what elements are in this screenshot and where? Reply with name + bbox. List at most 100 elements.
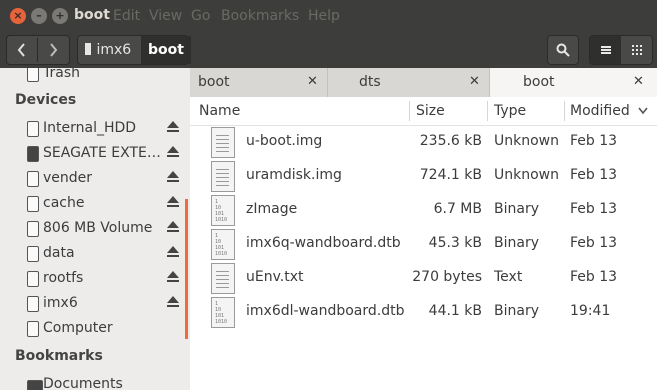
toolbar: imx6 boot (0, 32, 657, 68)
sidebar-item-label: rootfs (43, 270, 84, 286)
sort-descending-icon (638, 107, 648, 115)
menu-help[interactable]: Help (308, 8, 340, 24)
file-size: 724.1 kB (419, 167, 482, 183)
file-modified: Feb 13 (570, 201, 618, 217)
file-type: Unknown (494, 133, 559, 149)
file-size: 45.3 kB (428, 235, 482, 251)
bookmarks-heading: Bookmarks (15, 348, 103, 364)
search-icon (556, 43, 570, 57)
column-header-name[interactable]: Name (199, 97, 240, 125)
eject-icon[interactable] (167, 171, 179, 183)
table-row[interactable]: 1 10 101 1010 zImage 6.7 MB Binary Feb 13 (190, 193, 657, 227)
devices-heading: Devices (15, 92, 77, 108)
breadcrumb-boot[interactable]: boot (141, 36, 191, 64)
menu-go[interactable]: Go (191, 8, 210, 24)
tab-label: boot (523, 74, 555, 90)
file-name: uEnv.txt (246, 269, 304, 285)
chevron-right-icon (50, 43, 58, 57)
sidebar-item-label: Trash (43, 68, 80, 81)
title-bar: × – + boot Edit View Go Bookmarks Help (0, 0, 657, 32)
tab-dts[interactable]: dts ✕ (327, 68, 490, 97)
text-file-icon (211, 127, 235, 158)
list-icon (600, 46, 611, 54)
file-name: imx6q-wandboard.dtb (246, 235, 401, 251)
sidebar-item-806mb-volume[interactable]: 806 MB Volume (0, 216, 186, 241)
breadcrumb: imx6 boot (77, 35, 191, 65)
sidebar-item-documents[interactable]: Documents (0, 372, 186, 390)
close-icon[interactable]: ✕ (469, 74, 480, 89)
close-window-button[interactable]: × (10, 8, 26, 24)
binary-file-icon: 1 10 101 1010 (211, 297, 235, 328)
sidebar-item-label: imx6 (43, 295, 78, 311)
menu-bookmarks[interactable]: Bookmarks (221, 8, 299, 24)
sidebar-item-vender[interactable]: vender (0, 166, 186, 191)
menu-edit[interactable]: Edit (113, 8, 140, 24)
sidebar-item-label: Computer (43, 320, 113, 336)
grid-view-button[interactable] (621, 36, 652, 64)
tab-label: boot (198, 74, 230, 90)
sidebar-item-label: Internal_HDD (43, 120, 137, 136)
file-type: Binary (494, 235, 539, 251)
eject-icon[interactable] (167, 196, 179, 208)
file-modified: Feb 13 (570, 167, 618, 183)
file-type: Binary (494, 201, 539, 217)
sidebar-item-label: 806 MB Volume (43, 220, 153, 236)
sidebar-item-trash[interactable]: Trash (0, 68, 186, 86)
sidebar-item-data[interactable]: data (0, 241, 186, 266)
eject-icon[interactable] (167, 221, 179, 233)
sidebar-item-imx6[interactable]: imx6 (0, 291, 186, 316)
grid-icon (631, 45, 642, 55)
breadcrumb-imx6[interactable]: imx6 (84, 36, 131, 64)
tab-bar: boot ✕ dts ✕ boot ✕ (190, 68, 657, 98)
text-file-icon (211, 161, 235, 192)
computer-icon (27, 321, 39, 337)
sidebar-item-computer[interactable]: Computer (0, 316, 186, 341)
column-header-size[interactable]: Size (416, 97, 445, 125)
eject-icon[interactable] (167, 146, 179, 158)
file-type: Unknown (494, 167, 559, 183)
sidebar-item-cache[interactable]: cache (0, 191, 186, 216)
folder-icon (27, 380, 43, 390)
eject-icon[interactable] (167, 121, 179, 133)
file-modified: Feb 13 (570, 133, 618, 149)
drive-icon (27, 221, 39, 237)
file-modified: Feb 13 (570, 235, 618, 251)
tab-label: dts (359, 74, 381, 90)
sidebar-item-internal-hdd[interactable]: Internal_HDD (0, 116, 186, 141)
eject-icon[interactable] (167, 271, 179, 283)
sidebar-scrollbar[interactable] (185, 199, 188, 339)
eject-icon[interactable] (167, 246, 179, 258)
list-view-button[interactable] (590, 36, 621, 64)
back-button[interactable] (7, 36, 37, 64)
table-row[interactable]: uEnv.txt 270 bytes Text Feb 13 (190, 261, 657, 295)
eject-icon[interactable] (167, 296, 179, 308)
tab-boot-2[interactable]: boot ✕ (490, 68, 657, 97)
table-row[interactable]: u-boot.img 235.6 kB Unknown Feb 13 (190, 125, 657, 159)
table-row[interactable]: 1 10 101 1010 imx6dl-wandboard.dtb 44.1 kB … (190, 295, 657, 329)
menu-view[interactable]: View (149, 8, 182, 24)
sidebar-item-label: SEAGATE EXTE… (43, 145, 161, 161)
close-icon[interactable]: ✕ (633, 74, 644, 89)
file-list: Name Size Type Modified u-boot.img 235.6… (190, 97, 657, 390)
search-button[interactable] (547, 35, 579, 65)
sidebar-item-rootfs[interactable]: rootfs (0, 266, 186, 291)
text-file-icon (211, 263, 235, 294)
file-type: Binary (494, 303, 539, 319)
column-header-modified[interactable]: Modified (570, 97, 648, 125)
file-size: 270 bytes (412, 269, 482, 285)
file-modified: Feb 13 (570, 269, 618, 285)
navigation-group (6, 35, 70, 65)
minimize-window-button[interactable]: – (31, 8, 47, 24)
close-icon[interactable]: ✕ (307, 74, 318, 89)
sidebar-item-label: data (43, 245, 75, 261)
sidebar-item-seagate[interactable]: SEAGATE EXTE… (0, 141, 186, 166)
file-size: 6.7 MB (433, 201, 482, 217)
tab-boot-1[interactable]: boot ✕ (190, 68, 328, 97)
table-row[interactable]: 1 10 101 1010 imx6q-wandboard.dtb 45.3 kB B… (190, 227, 657, 261)
sidebar-item-label: Documents (43, 376, 123, 390)
table-row[interactable]: uramdisk.img 724.1 kB Unknown Feb 13 (190, 159, 657, 193)
file-name: uramdisk.img (246, 167, 342, 183)
maximize-window-button[interactable]: + (52, 8, 68, 24)
column-header-type[interactable]: Type (494, 97, 526, 125)
forward-button[interactable] (38, 36, 68, 64)
